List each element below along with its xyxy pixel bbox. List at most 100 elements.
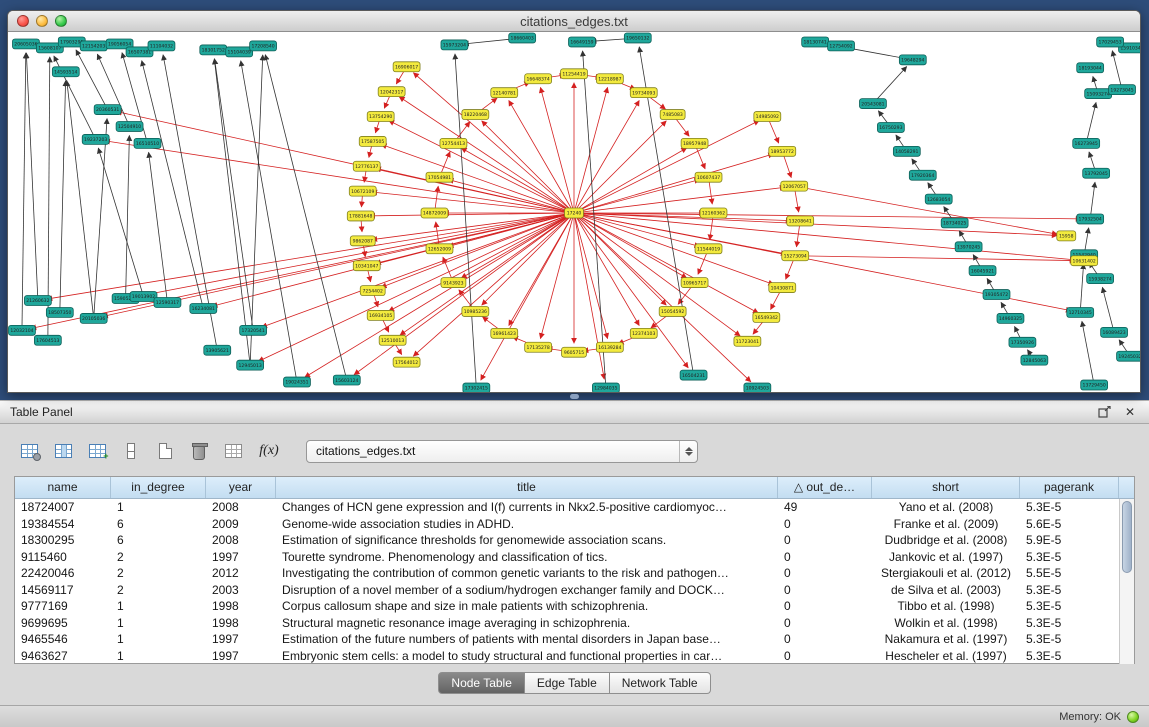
graph-node[interactable]: 12683054 (925, 194, 952, 204)
tab-node-table[interactable]: Node Table (438, 672, 525, 694)
graph-node[interactable]: 11254419 (561, 69, 588, 79)
graph-node[interactable]: 16750293 (877, 122, 904, 132)
graph-node[interactable]: 17302415 (463, 383, 490, 392)
graph-node[interactable]: 16089423 (1101, 327, 1128, 337)
graph-node[interactable]: 16649159 (569, 37, 596, 47)
column-header-2[interactable]: year (206, 477, 276, 498)
graph-node[interactable]: 16934105 (367, 310, 394, 320)
graph-node[interactable]: 12590317 (154, 298, 181, 308)
graph-node[interactable]: 10985236 (462, 306, 489, 316)
graph-node[interactable]: 19650132 (624, 33, 651, 43)
graph-node[interactable]: 20105036 (80, 313, 107, 323)
graph-node[interactable]: 12032104 (8, 325, 35, 335)
tab-network-table[interactable]: Network Table (610, 672, 711, 694)
graph-node[interactable]: 19648294 (899, 55, 926, 65)
graph-node[interactable]: 12218987 (596, 74, 623, 84)
graph-node[interactable]: 10430871 (769, 283, 796, 293)
graph-node[interactable]: 18734025 (941, 218, 968, 228)
row-height-button[interactable] (116, 438, 146, 464)
graph-node[interactable]: 18660403 (509, 33, 536, 43)
graph-node[interactable]: 16549342 (753, 312, 780, 322)
graph-node[interactable]: 17208540 (250, 41, 277, 51)
graph-node[interactable]: 18130741 (802, 37, 829, 47)
graph-node[interactable]: 16906017 (393, 62, 420, 72)
graph-node[interactable]: 15093274 (1085, 89, 1112, 99)
graph-node[interactable]: 17932504 (1077, 214, 1104, 224)
graph-node[interactable]: 17240 (565, 208, 584, 218)
graph-node[interactable]: 9605715 (562, 347, 587, 357)
graph-node[interactable]: 20360531 (94, 105, 121, 115)
table-row[interactable]: 1938455462009Genome-wide association stu… (15, 516, 1119, 533)
graph-node[interactable]: 11104032 (148, 41, 175, 51)
graph-node[interactable]: 12754413 (440, 138, 467, 148)
graph-node[interactable]: 19734093 (630, 88, 657, 98)
graph-node[interactable]: 12945013 (237, 360, 264, 370)
column-header-5[interactable]: short (872, 477, 1020, 498)
column-header-1[interactable]: in_degree (111, 477, 206, 498)
graph-node[interactable]: 12504910 (116, 122, 143, 132)
table-row[interactable]: 911546021997Tourette syndrome. Phenomeno… (15, 549, 1119, 566)
graph-node[interactable]: 19305472 (983, 290, 1010, 300)
graph-node[interactable]: 18953772 (769, 146, 796, 156)
graph-node[interactable]: 12984035 (592, 383, 619, 392)
graph-node[interactable]: 13208641 (787, 216, 814, 226)
table-selector-combobox[interactable]: citations_edges.txt (306, 440, 698, 463)
float-panel-icon[interactable] (1095, 404, 1113, 420)
graph-node[interactable]: 21260632 (24, 296, 51, 306)
graph-node[interactable]: 12652009 (426, 244, 453, 254)
table-row[interactable]: 1830029562008Estimation of significance … (15, 532, 1119, 549)
graph-node[interactable]: 19237203 (82, 134, 109, 144)
graph-node[interactable]: 16234081 (190, 303, 217, 313)
table-mode-button[interactable] (14, 438, 44, 464)
graph-node[interactable]: 19245032 (1117, 351, 1140, 361)
graph-node[interactable]: 14593514 (52, 67, 79, 77)
graph-node[interactable]: 15104039 (226, 47, 253, 57)
graph-node[interactable]: 18193044 (1077, 63, 1104, 73)
graph-node[interactable]: 17054981 (426, 172, 453, 182)
tab-edge-table[interactable]: Edge Table (525, 672, 610, 694)
graph-node[interactable]: 14985092 (754, 112, 781, 122)
graph-node[interactable]: 14960325 (997, 313, 1024, 323)
delete-column-button[interactable] (184, 438, 214, 464)
graph-node[interactable]: 18507350 (46, 307, 73, 317)
graph-node[interactable]: 9862087 (350, 236, 375, 246)
graph-node[interactable]: 14872009 (421, 208, 448, 218)
graph-node[interactable]: 9143923 (441, 278, 466, 288)
graph-node[interactable]: 10965717 (681, 278, 708, 288)
import-table-button[interactable] (218, 438, 248, 464)
graph-node[interactable]: 15603124 (333, 375, 360, 385)
create-column-button[interactable]: + (82, 438, 112, 464)
graph-node[interactable]: 7254402 (360, 286, 385, 296)
graph-node[interactable]: 13970245 (955, 242, 982, 252)
graph-node[interactable]: 17320541 (240, 325, 267, 335)
close-button[interactable] (17, 15, 29, 27)
graph-node[interactable]: 16139284 (596, 342, 623, 352)
table-row[interactable]: 977716911998Corpus callosum shape and si… (15, 598, 1119, 615)
graph-node[interactable]: 16510510 (134, 138, 161, 148)
graph-node[interactable]: 19024351 (284, 377, 311, 387)
show-columns-button[interactable] (48, 438, 78, 464)
graph-node[interactable]: 12154203 (80, 41, 107, 51)
graph-node[interactable]: 18220468 (462, 110, 489, 120)
panel-resize-grip[interactable] (570, 394, 579, 399)
graph-node[interactable]: 12754092 (828, 41, 855, 51)
graph-node[interactable]: 14058291 (893, 146, 920, 156)
graph-node[interactable]: 15938274 (1087, 274, 1114, 284)
graph-node[interactable]: 16648374 (525, 74, 552, 84)
minimize-button[interactable] (36, 15, 48, 27)
column-header-3[interactable]: title (276, 477, 778, 498)
graph-node[interactable]: 12510013 (379, 335, 406, 345)
graph-node[interactable]: 17564012 (393, 357, 420, 367)
graph-node[interactable]: 12140781 (491, 88, 518, 98)
graph-node[interactable]: 12374103 (630, 328, 657, 338)
graph-node[interactable]: 17350926 (1009, 337, 1036, 347)
graph-node[interactable]: 16961423 (491, 328, 518, 338)
zoom-button[interactable] (55, 15, 67, 27)
column-header-6[interactable]: pagerank (1020, 477, 1119, 498)
graph-node[interactable]: 13754290 (367, 112, 394, 122)
graph-node[interactable]: 10631402 (1071, 256, 1098, 266)
window-titlebar[interactable]: citations_edges.txt (8, 11, 1140, 32)
graph-node[interactable]: 20543081 (859, 99, 886, 109)
table-row[interactable]: 969969511998Structural magnetic resonanc… (15, 615, 1119, 632)
graph-node[interactable]: 13729450 (1081, 380, 1108, 390)
